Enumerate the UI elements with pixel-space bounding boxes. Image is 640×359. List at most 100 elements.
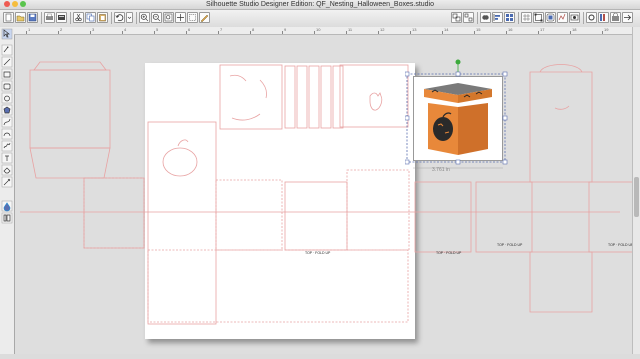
right-box-lid[interactable] [529, 64, 593, 183]
offset-button[interactable] [545, 12, 556, 23]
right-box-panel-1[interactable] [414, 181, 472, 253]
resize-handle[interactable] [455, 71, 461, 77]
open-button[interactable] [15, 12, 26, 23]
ruler-tick [26, 31, 27, 34]
ruler-tick [506, 31, 507, 34]
undo-menu-button[interactable] [126, 12, 133, 23]
freehand-tool[interactable] [1, 140, 13, 152]
scrollbar-thumb[interactable] [634, 177, 639, 217]
rounded-rectangle-tool[interactable] [1, 80, 13, 92]
group-button[interactable] [451, 12, 462, 23]
save-button[interactable] [27, 12, 38, 23]
polygon-tool[interactable] [1, 104, 13, 116]
ruler-tick [346, 31, 347, 34]
design-canvas[interactable]: TOP · FOLD UP TOP · FOLD UP TOP · FOLD UP T… [15, 35, 633, 354]
bat-strip[interactable] [332, 65, 344, 129]
select-tool[interactable] [1, 28, 13, 40]
left-box-side-panel[interactable] [83, 177, 145, 249]
ruler-tick [154, 31, 155, 34]
knife-tool[interactable] [1, 176, 13, 188]
zoom-select-button[interactable] [187, 12, 198, 23]
sidebar-tools [1, 28, 13, 224]
bat-wreath-path[interactable] [229, 74, 267, 121]
edit-points-tool[interactable] [1, 44, 13, 56]
resize-handle[interactable] [502, 71, 508, 77]
left-box-bottom-flap[interactable] [29, 147, 111, 179]
text-tool[interactable] [1, 152, 13, 164]
right-box-slot[interactable] [554, 105, 570, 110]
cat-panel[interactable] [339, 64, 409, 128]
left-box-fold-line[interactable] [83, 177, 145, 249]
transform-button[interactable] [533, 12, 544, 23]
line-tool[interactable] [1, 56, 13, 68]
pixscan-button[interactable] [569, 12, 580, 23]
bat-wreath-panel[interactable] [219, 64, 283, 130]
zoom-in-button[interactable] [139, 12, 150, 23]
fold-tab-label: TOP · FOLD UP [608, 243, 633, 247]
right-box-panel-3[interactable] [588, 181, 633, 253]
bat-strip[interactable] [320, 65, 332, 129]
resize-handle[interactable] [405, 115, 410, 121]
center-box-side[interactable] [284, 181, 348, 251]
center-box-base[interactable] [147, 249, 409, 323]
fill-color-tool[interactable] [1, 200, 13, 212]
center-box-front[interactable] [215, 179, 283, 251]
pan-button[interactable] [175, 12, 186, 23]
ruler-tick-label: 12 [380, 27, 385, 32]
send-to-silhouette-button[interactable] [56, 12, 67, 23]
arc-tool[interactable] [1, 128, 13, 140]
bat-strip[interactable] [296, 65, 308, 129]
left-box-panel[interactable] [29, 69, 111, 149]
new-document-button[interactable] [3, 12, 14, 23]
resize-handle[interactable] [455, 159, 461, 165]
draw-freehand-button[interactable] [199, 12, 210, 23]
resize-handle[interactable] [405, 159, 410, 165]
rotate-handle[interactable] [455, 59, 461, 65]
trace-button[interactable] [557, 12, 568, 23]
weld-button[interactable] [480, 12, 491, 23]
print-button[interactable] [44, 12, 55, 23]
bat-strip[interactable] [284, 65, 296, 129]
store-button[interactable] [610, 12, 621, 23]
copy-button[interactable] [85, 12, 96, 23]
top-ruler: 1 2 3 4 5 6 7 8 9 10 11 12 13 14 15 16 17 18 19 [14, 27, 640, 35]
tools-sidebar [0, 27, 15, 354]
fold-tab-label: TOP · FOLD UP [497, 243, 523, 247]
ellipse-tool[interactable] [1, 92, 13, 104]
eraser-tool[interactable] [1, 164, 13, 176]
toolbar-separator [477, 12, 478, 24]
grid-button[interactable] [521, 12, 532, 23]
curve-tool[interactable] [1, 116, 13, 128]
center-box-back[interactable] [346, 169, 410, 251]
pumpkin-panel[interactable] [147, 121, 217, 325]
toolbar-separator [41, 12, 42, 24]
rectangle-tool[interactable] [1, 68, 13, 80]
zoom-out-button[interactable] [151, 12, 162, 23]
cut-button[interactable] [73, 12, 84, 23]
settings-button[interactable] [586, 12, 597, 23]
replicate-button[interactable] [504, 12, 515, 23]
align-button[interactable] [492, 12, 503, 23]
ruler-tick-label: 11 [348, 27, 353, 32]
bat-strip[interactable] [308, 65, 320, 129]
resize-handle[interactable] [405, 71, 410, 77]
design-shapes[interactable]: TOP · FOLD UP TOP · FOLD UP TOP · FOLD UP T… [15, 35, 633, 354]
paste-button[interactable] [97, 12, 108, 23]
resize-handle[interactable] [502, 115, 508, 121]
right-box-bottom[interactable] [529, 251, 593, 313]
cat-silhouette[interactable] [369, 92, 383, 111]
pumpkin-outline[interactable] [162, 139, 198, 177]
library-button[interactable] [598, 12, 609, 23]
right-box-panel-2[interactable] [475, 181, 533, 253]
resize-handle[interactable] [502, 159, 508, 165]
library-tool[interactable] [1, 212, 13, 224]
ruler-tick-label: 7 [220, 27, 223, 32]
ruler-tick-label: 15 [476, 27, 481, 32]
zoom-fit-button[interactable] [163, 12, 174, 23]
left-box-top-flap[interactable] [33, 61, 107, 71]
send-button[interactable] [622, 12, 633, 23]
undo-button[interactable] [114, 12, 125, 23]
ruler-tick [538, 31, 539, 34]
ungroup-button[interactable] [463, 12, 474, 23]
vertical-scrollbar[interactable] [632, 27, 640, 354]
